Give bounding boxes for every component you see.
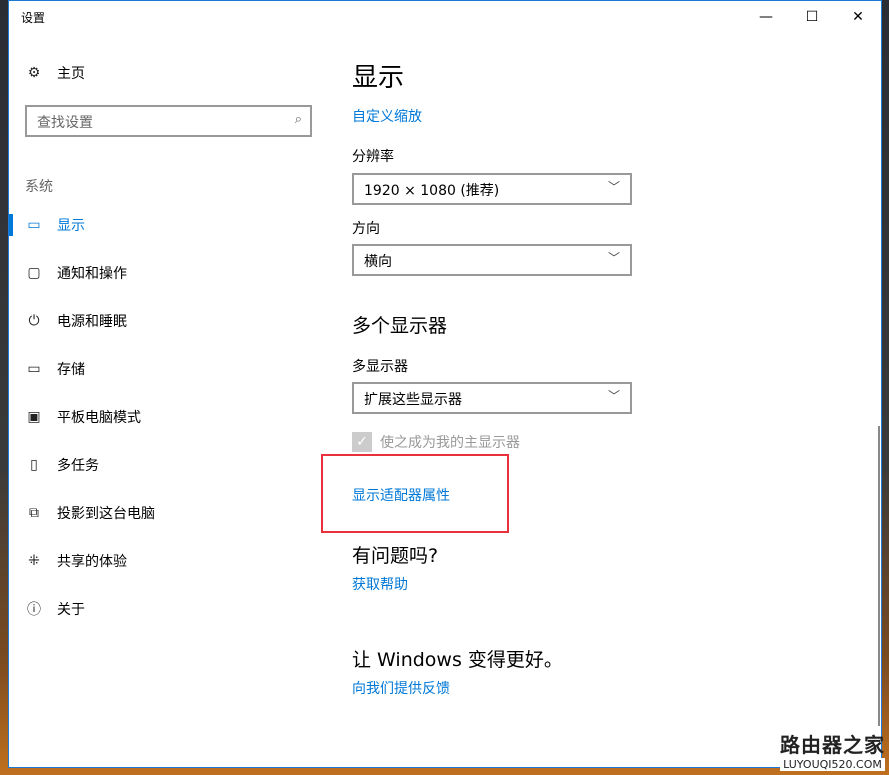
sidebar-item-tablet[interactable]: ▣ 平板电脑模式	[9, 393, 309, 441]
sidebar-item-label: 多任务	[57, 455, 99, 475]
home-label: 主页	[57, 63, 85, 83]
resolution-select[interactable]: 1920 × 1080 (推荐) ﹀	[352, 173, 632, 205]
sidebar-item-about[interactable]: ⓘ 关于	[9, 585, 309, 633]
sidebar-item-project[interactable]: ⧉ 投影到这台电脑	[9, 489, 309, 537]
tablet-icon: ▣	[25, 409, 43, 425]
orientation-value: 横向	[364, 254, 392, 270]
share-icon: ⁜	[25, 553, 43, 569]
chevron-down-icon: ﹀	[608, 249, 620, 266]
window-title: 设置	[21, 9, 45, 26]
power-icon: ⏻	[25, 313, 43, 329]
feedback-heading: 让 Windows 变得更好。	[352, 645, 563, 672]
sidebar-item-notifications[interactable]: ▢ 通知和操作	[9, 249, 309, 297]
multi-display-select[interactable]: 扩展这些显示器 ﹀	[352, 382, 632, 414]
orientation-label: 方向	[352, 218, 380, 238]
page-title: 显示	[352, 57, 404, 94]
get-help-link[interactable]: 获取帮助	[352, 574, 408, 594]
notification-icon: ▢	[25, 265, 43, 281]
custom-scale-link[interactable]: 自定义缩放	[352, 106, 422, 126]
orientation-select[interactable]: 横向 ﹀	[352, 244, 632, 276]
checkbox-label: 使之成为我的主显示器	[380, 432, 520, 452]
maximize-button[interactable]: ☐	[789, 1, 835, 33]
section-label: 系统	[25, 176, 53, 196]
question-heading: 有问题吗?	[352, 541, 438, 568]
sidebar-item-label: 平板电脑模式	[57, 407, 141, 427]
resolution-label: 分辨率	[352, 146, 394, 166]
feedback-link[interactable]: 向我们提供反馈	[352, 678, 450, 698]
chevron-down-icon: ﹀	[608, 178, 620, 195]
sidebar-item-shared[interactable]: ⁜ 共享的体验	[9, 537, 309, 585]
watermark-name: 路由器之家	[780, 729, 885, 758]
chevron-down-icon: ﹀	[608, 387, 620, 404]
gear-icon: ⚙	[25, 65, 43, 81]
multi-display-heading: 多个显示器	[352, 311, 447, 338]
sidebar-item-label: 关于	[57, 599, 85, 619]
minimize-button[interactable]: —	[743, 1, 789, 33]
resolution-value: 1920 × 1080 (推荐)	[364, 183, 499, 199]
sidebar-item-label: 显示	[57, 215, 85, 235]
sidebar-item-display[interactable]: ▭ 显示	[9, 201, 309, 249]
sidebar-item-label: 电源和睡眠	[57, 311, 127, 331]
storage-icon: ▭	[25, 361, 43, 377]
search-placeholder: 查找设置	[37, 115, 93, 131]
sidebar-item-power[interactable]: ⏻ 电源和睡眠	[9, 297, 309, 345]
close-button[interactable]: ✕	[835, 1, 881, 33]
search-input[interactable]: 查找设置 ⌕	[25, 105, 312, 137]
project-icon: ⧉	[25, 505, 43, 521]
multi-display-value: 扩展这些显示器	[364, 392, 462, 408]
checkmark-icon: ✓	[352, 432, 372, 452]
info-icon: ⓘ	[25, 599, 43, 619]
multi-display-label: 多显示器	[352, 356, 408, 376]
sidebar-item-label: 存储	[57, 359, 85, 379]
sidebar-item-label: 共享的体验	[57, 551, 127, 571]
sidebar-item-multitask[interactable]: ▯ 多任务	[9, 441, 309, 489]
monitor-icon: ▭	[25, 217, 43, 233]
search-icon: ⌕	[295, 112, 302, 127]
main-display-checkbox[interactable]: ✓ 使之成为我的主显示器	[352, 432, 520, 452]
scrollbar[interactable]	[878, 426, 880, 726]
sidebar-item-storage[interactable]: ▭ 存储	[9, 345, 309, 393]
watermark: 路由器之家 LUYOUQI520.COM	[780, 729, 885, 771]
watermark-url: LUYOUQI520.COM	[780, 758, 885, 771]
settings-window: 设置 — ☐ ✕ ⚙主页 查找设置⌕ 系统 ▭显示 ▢通知和操作 ⏻电源和睡眠 …	[8, 0, 882, 768]
sidebar-item-label: 通知和操作	[57, 263, 127, 283]
sidebar-item-label: 投影到这台电脑	[57, 503, 155, 523]
adapter-properties-link[interactable]: 显示适配器属性	[352, 485, 450, 505]
multitask-icon: ▯	[25, 457, 43, 473]
sidebar-home[interactable]: ⚙ 主页	[9, 49, 309, 97]
